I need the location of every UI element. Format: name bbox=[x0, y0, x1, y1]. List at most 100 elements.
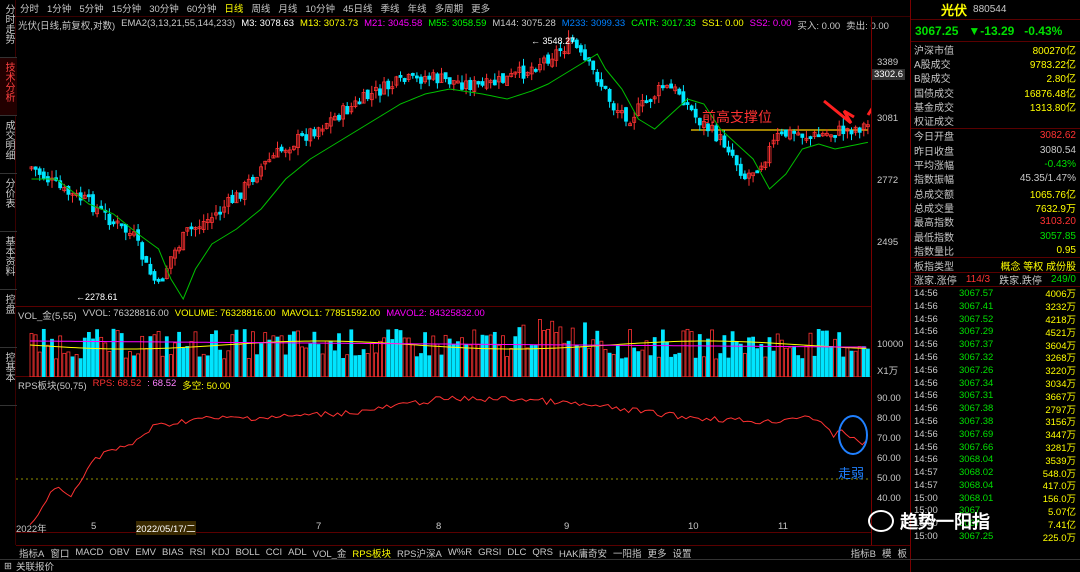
volume-bar bbox=[542, 330, 546, 377]
candle-body bbox=[693, 108, 698, 118]
period-tab[interactable]: 周线 bbox=[247, 1, 274, 15]
indicator-tab[interactable]: RPS板块 bbox=[349, 546, 394, 560]
indicator-tab[interactable]: BIAS bbox=[159, 547, 187, 558]
period-tab[interactable]: 45日线 bbox=[339, 1, 377, 15]
period-tab[interactable]: 年线 bbox=[404, 1, 431, 15]
indicator-tab[interactable]: W%R bbox=[445, 547, 475, 558]
volume-bar bbox=[833, 338, 837, 377]
volume-bar bbox=[128, 351, 132, 377]
indicator-tab-right[interactable]: 模 bbox=[879, 546, 895, 560]
candle-body bbox=[238, 192, 243, 199]
candle-body bbox=[111, 221, 116, 225]
stat-label: 昨日收盘 bbox=[914, 146, 954, 158]
indicator-tab[interactable]: CCI bbox=[263, 547, 285, 558]
period-tab[interactable]: 10分钟 bbox=[301, 1, 339, 15]
rps-line bbox=[29, 395, 867, 526]
left-tab-1[interactable]: 技术分析 bbox=[0, 58, 17, 116]
tick-list[interactable]: 14:56 3067.57 4006万 14:56 3067.41 3232万 14:56 3… bbox=[911, 287, 1080, 544]
period-tab[interactable]: 分时 bbox=[16, 1, 43, 15]
left-tab-6[interactable]: 控基本 bbox=[0, 348, 17, 406]
period-tab[interactable]: 季线 bbox=[377, 1, 404, 15]
x-axis-labels: 2022年5678910112022/05/17/二 bbox=[16, 521, 871, 535]
indicator-tab[interactable]: MACD bbox=[72, 547, 106, 558]
indicator-tab[interactable]: HAK庸奇安 bbox=[556, 546, 610, 560]
indicator-tab[interactable]: 更多 bbox=[645, 546, 670, 560]
stat-value: 3080.54 bbox=[1039, 144, 1076, 156]
volume-bar bbox=[238, 344, 243, 377]
period-tab[interactable]: 月线 bbox=[274, 1, 301, 15]
indicator-tab[interactable]: GRSI bbox=[475, 547, 504, 558]
stat-row: 今日开盘 3082.62 bbox=[911, 129, 1080, 143]
period-tab[interactable]: 日线 bbox=[220, 1, 247, 15]
tick-time: 14:56 bbox=[914, 300, 938, 312]
stat-label: B股成交 bbox=[914, 74, 951, 86]
candle-body bbox=[669, 83, 673, 89]
volume-bar bbox=[394, 329, 399, 377]
period-tab[interactable]: 更多 bbox=[467, 1, 494, 15]
indicator-tab[interactable]: 一阳指 bbox=[610, 546, 645, 560]
indicator-tab[interactable]: OBV bbox=[106, 547, 132, 558]
period-tab[interactable]: 多周期 bbox=[431, 1, 468, 15]
volume-bar bbox=[341, 358, 346, 377]
price-chart-panel[interactable]: 光伏(日线,前复权,对数) EMA2(3,13,21,55,144,233) M… bbox=[16, 17, 889, 307]
candle-body bbox=[579, 45, 583, 53]
indicator-tab[interactable]: EMV bbox=[132, 547, 159, 558]
period-tab[interactable]: 15分钟 bbox=[108, 1, 146, 15]
candle-body bbox=[624, 107, 628, 122]
indicator-tab[interactable]: QRS bbox=[529, 547, 556, 558]
indicator-tab[interactable]: BOLL bbox=[232, 547, 262, 558]
top-toolbar: 分时 1分钟 5分钟 15分钟 30分钟 60分钟 日线 周线 月线 10分钟 45日线 季线 年线 多周… bbox=[16, 0, 1080, 572]
indicator-tab[interactable]: DLC bbox=[504, 547, 529, 558]
rps-panel[interactable]: RPS板块(50,75) RPS: 68.52 : 68.52 多空: 50.0… bbox=[16, 377, 871, 535]
volume-bar bbox=[263, 332, 268, 377]
candle-body bbox=[337, 114, 341, 121]
board-type-value[interactable]: 概念 等权 成份股 bbox=[1000, 258, 1076, 273]
tick-price: 3067.37 bbox=[959, 339, 994, 351]
left-tab-3[interactable]: 分价表 bbox=[0, 174, 17, 232]
indicator-tab[interactable]: 指标A bbox=[16, 546, 47, 560]
period-tab[interactable]: 1分钟 bbox=[43, 1, 75, 15]
down-value: 249/0 bbox=[1050, 273, 1076, 285]
wechat-logo-icon bbox=[868, 510, 894, 532]
indicator-tab[interactable]: KDJ bbox=[209, 547, 233, 558]
indicator-tab-right[interactable]: 指标B bbox=[848, 546, 879, 560]
left-tab-2[interactable]: 成交明细 bbox=[0, 116, 17, 174]
candle-body bbox=[119, 223, 124, 227]
candle-body bbox=[784, 129, 788, 137]
indicator-tab[interactable]: 设置 bbox=[670, 546, 695, 560]
period-tab[interactable]: 30分钟 bbox=[145, 1, 183, 15]
indicator-tab[interactable]: RPS沪深A bbox=[394, 546, 445, 560]
indicator-tab-right[interactable]: 板 bbox=[894, 546, 910, 560]
left-tab-5[interactable]: 控盘 bbox=[0, 290, 17, 348]
left-tab-0[interactable]: 分时走势 bbox=[0, 0, 17, 58]
rps-chart[interactable]: 走弱 bbox=[16, 377, 871, 533]
volume-bar bbox=[332, 350, 337, 377]
status-label[interactable]: 关联报价 bbox=[16, 559, 54, 572]
volume-bar bbox=[267, 339, 272, 377]
x-axis-label: 11 bbox=[778, 521, 788, 532]
volume-panel[interactable]: VOL_金(5,55) VVOL: 76328816.00 VOLUME: 76… bbox=[16, 307, 871, 377]
volume-bar bbox=[152, 334, 157, 377]
candle-body bbox=[279, 146, 284, 152]
tick-time: 14:56 bbox=[914, 377, 938, 389]
indicator-tab[interactable]: ADL bbox=[285, 547, 309, 558]
rps-tick: 80.00 bbox=[877, 413, 901, 424]
price-tick: 3389 bbox=[877, 57, 899, 68]
volume-bar bbox=[488, 334, 493, 377]
candle-body bbox=[300, 133, 305, 136]
period-tab[interactable]: 60分钟 bbox=[183, 1, 221, 15]
candlestick-chart[interactable]: ← 3548.27 ←2278.61 前高支撑位 bbox=[16, 17, 871, 307]
volume-bar bbox=[337, 333, 341, 377]
indicator-tab[interactable]: VOL_金 bbox=[310, 546, 350, 560]
indicator-tab[interactable]: RSI bbox=[187, 547, 209, 558]
volume-bar bbox=[218, 349, 223, 377]
stat-label: A股成交 bbox=[914, 59, 951, 71]
stat-value: 7632.9万 bbox=[1035, 203, 1076, 215]
period-tab[interactable]: 5分钟 bbox=[75, 1, 107, 15]
volume-chart[interactable] bbox=[16, 307, 871, 377]
left-tab-4[interactable]: 基本资料 bbox=[0, 232, 17, 290]
indicator-tab[interactable]: 窗口 bbox=[47, 546, 72, 560]
volume-bar bbox=[685, 328, 690, 377]
volume-bar bbox=[45, 344, 50, 377]
stat-row: 昨日收盘 3080.54 bbox=[911, 143, 1080, 158]
